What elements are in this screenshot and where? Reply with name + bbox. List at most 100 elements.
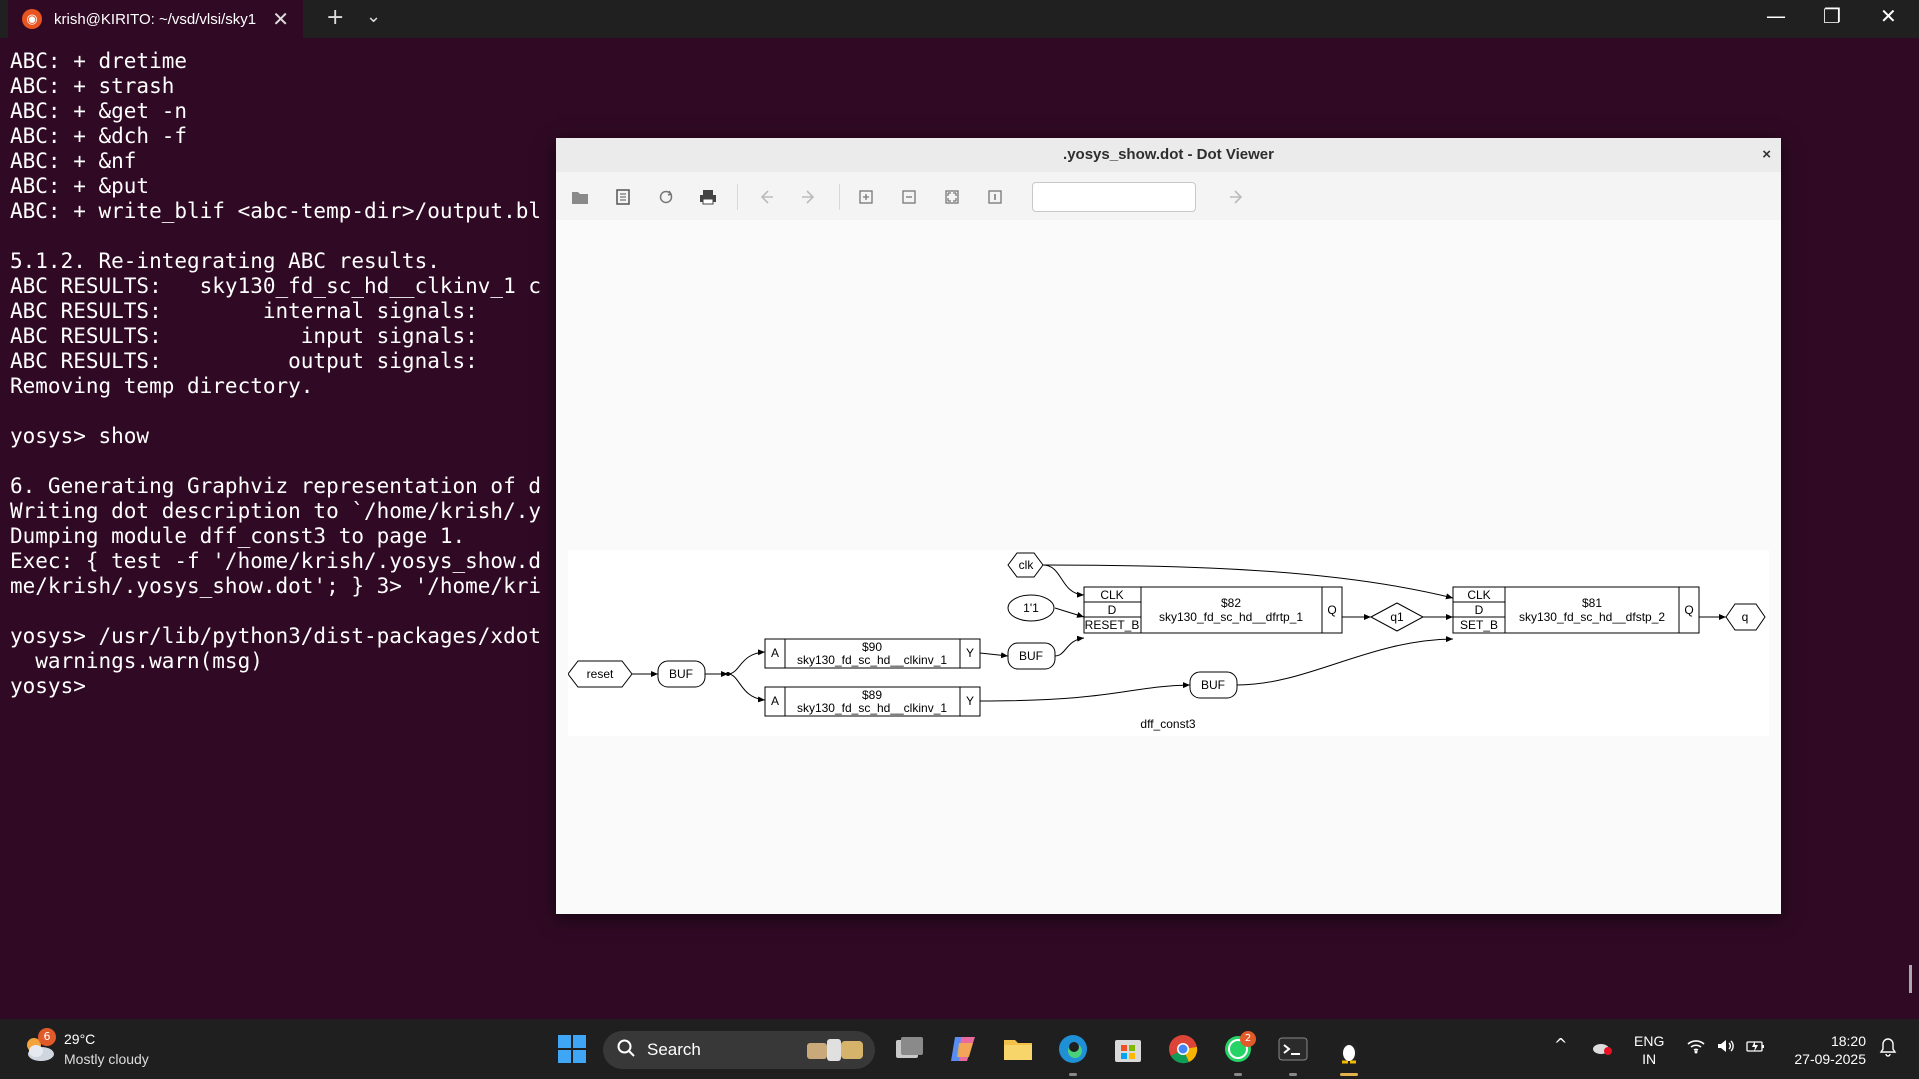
- active-indicator: [1340, 1073, 1358, 1076]
- dot-viewer-window: .yosys_show.dot - Dot Viewer × reset BUF…: [556, 138, 1781, 914]
- port-clk-label: CLK: [1100, 588, 1123, 602]
- reload-icon[interactable]: [656, 187, 676, 207]
- split-dot: [726, 672, 730, 676]
- search-label: Search: [647, 1040, 701, 1059]
- terminal-tab[interactable]: ◉ krish@KIRITO: ~/vsd/vlsi/sky1 ✕: [8, 0, 303, 38]
- port-a-label: A: [771, 694, 779, 708]
- cell-inv89-name: $89: [862, 688, 882, 702]
- viewer-close-button[interactable]: ×: [1762, 138, 1771, 172]
- new-tab-button[interactable]: +: [326, 5, 344, 30]
- print-icon[interactable]: [698, 187, 718, 207]
- port-q-label: Q: [1684, 603, 1693, 617]
- maximize-button[interactable]: ❐: [1823, 4, 1841, 28]
- netlist-graph: reset BUF A $90 sky130_fd_sc_hd__clkinv_…: [568, 550, 1769, 736]
- search-icon: [617, 1039, 635, 1062]
- port-q-label: Q: [1327, 603, 1336, 617]
- terminal-titlebar: ◉ krish@KIRITO: ~/vsd/vlsi/sky1 ✕ + ⌄ — …: [0, 0, 1919, 38]
- port-clk-label: clk: [1019, 558, 1035, 572]
- back-icon[interactable]: [756, 187, 776, 207]
- cell-ff81[interactable]: CLK D SET_B $81 sky130_fd_sc_hd__dfstp_2…: [1452, 586, 1700, 634]
- language-indicator[interactable]: ENG IN: [1634, 1032, 1664, 1068]
- terminal-line: ABC: + dretime: [10, 49, 188, 73]
- graph-canvas[interactable]: reset BUF A $90 sky130_fd_sc_hd__clkinv_…: [556, 220, 1781, 914]
- cell-inv90-type: sky130_fd_sc_hd__clkinv_1: [797, 653, 947, 667]
- port-y-label: Y: [966, 646, 974, 660]
- zoom-out-icon[interactable]: [899, 187, 919, 207]
- module-label: dff_const3: [1140, 717, 1195, 731]
- search-highlight-icon: [807, 1039, 863, 1061]
- port-reset-b-label: RESET_B: [1085, 618, 1140, 632]
- viewer-toolbar: [556, 172, 1781, 220]
- port-clk-label: CLK: [1467, 588, 1490, 602]
- linux-penguin-icon[interactable]: [1333, 1033, 1365, 1065]
- volume-icon[interactable]: [1716, 1038, 1736, 1054]
- cell-ff82-type: sky130_fd_sc_hd__dfrtp_1: [1159, 610, 1303, 624]
- cell-ff81-type: sky130_fd_sc_hd__dfstp_2: [1519, 610, 1665, 624]
- battery-icon[interactable]: [1746, 1038, 1766, 1054]
- taskbar-search[interactable]: Search: [603, 1031, 875, 1069]
- cell-ff82-name: $82: [1221, 596, 1241, 610]
- viewer-search-input[interactable]: [1032, 182, 1196, 212]
- weather-temperature: 29°C: [64, 1031, 96, 1047]
- whatsapp-badge: 2: [1240, 1031, 1256, 1047]
- cell-inv90[interactable]: A $90 sky130_fd_sc_hd__clkinv_1 Y: [764, 638, 981, 669]
- terminal-line: ABC: + strash: [10, 74, 175, 98]
- task-view-icon[interactable]: [893, 1033, 925, 1065]
- terminal-app-icon[interactable]: [1277, 1033, 1309, 1065]
- language-bottom: IN: [1642, 1051, 1657, 1067]
- zoom-in-icon[interactable]: [856, 187, 876, 207]
- cell-inv89[interactable]: A $89 sky130_fd_sc_hd__clkinv_1 Y: [764, 686, 981, 717]
- terminal-scrollbar[interactable]: [1909, 965, 1912, 993]
- edge-browser-icon[interactable]: [1057, 1033, 1089, 1065]
- onedrive-status-icon[interactable]: [1591, 1038, 1613, 1056]
- cell-inv89-type: sky130_fd_sc_hd__clkinv_1: [797, 701, 947, 715]
- notifications-icon[interactable]: [1878, 1037, 1898, 1057]
- cell-ff81-name: $81: [1582, 596, 1602, 610]
- export-icon[interactable]: [613, 187, 633, 207]
- cell-ff82[interactable]: CLK D RESET_B $82 sky130_fd_sc_hd__dfrtp…: [1083, 586, 1343, 634]
- minimize-button[interactable]: —: [1766, 4, 1786, 28]
- zoom-fit-icon[interactable]: [942, 187, 962, 207]
- tab-close-button[interactable]: ✕: [272, 7, 289, 31]
- language-top: ENG: [1634, 1033, 1665, 1049]
- clock-date: 27-09-2025: [1794, 1051, 1866, 1067]
- chrome-icon[interactable]: [1167, 1033, 1199, 1065]
- running-indicator: [1289, 1073, 1297, 1076]
- port-d-label: D: [1475, 603, 1484, 617]
- tray-overflow-chevron[interactable]: ^: [1554, 1035, 1567, 1054]
- windows-start-icon[interactable]: [556, 1033, 588, 1065]
- terminal-line: ABC: + &get -n: [10, 99, 188, 123]
- tab-dropdown-button[interactable]: ⌄: [366, 6, 381, 27]
- find-next-icon[interactable]: [1227, 187, 1247, 207]
- clock[interactable]: 18:20 27-09-2025: [1788, 1032, 1866, 1068]
- buf-label: BUF: [1019, 649, 1043, 663]
- port-set-b-label: SET_B: [1460, 618, 1498, 632]
- const-label: 1'1: [1023, 601, 1039, 615]
- port-y-label: Y: [966, 694, 974, 708]
- port-d-label: D: [1108, 603, 1117, 617]
- buf-label: BUF: [1201, 678, 1225, 692]
- toolbar-separator: [839, 184, 840, 210]
- buf-label: BUF: [669, 667, 693, 681]
- graph-background: [568, 550, 1769, 736]
- wifi-icon[interactable]: [1686, 1038, 1706, 1054]
- file-explorer-icon[interactable]: [1002, 1033, 1034, 1065]
- running-indicator: [1069, 1073, 1077, 1076]
- weather-badge: 6: [38, 1028, 56, 1046]
- port-reset-label: reset: [587, 667, 614, 681]
- copilot-icon[interactable]: [947, 1033, 979, 1065]
- viewer-titlebar: .yosys_show.dot - Dot Viewer ×: [556, 138, 1781, 172]
- cell-inv90-name: $90: [862, 640, 882, 654]
- zoom-100-icon[interactable]: [985, 187, 1005, 207]
- viewer-title: .yosys_show.dot - Dot Viewer: [1063, 146, 1274, 163]
- port-q-out-label: q: [1742, 610, 1749, 624]
- taskbar: 6 29°C Mostly cloudy Search 2 ^ ENG IN 1…: [0, 1019, 1919, 1079]
- close-button[interactable]: ✕: [1880, 4, 1897, 28]
- forward-icon[interactable]: [799, 187, 819, 207]
- open-folder-icon[interactable]: [570, 187, 590, 207]
- tab-title: krish@KIRITO: ~/vsd/vlsi/sky1: [54, 10, 257, 28]
- running-indicator: [1234, 1073, 1242, 1076]
- weather-description: Mostly cloudy: [64, 1051, 149, 1067]
- toolbar-separator: [737, 184, 738, 210]
- ms-store-icon[interactable]: [1112, 1033, 1144, 1065]
